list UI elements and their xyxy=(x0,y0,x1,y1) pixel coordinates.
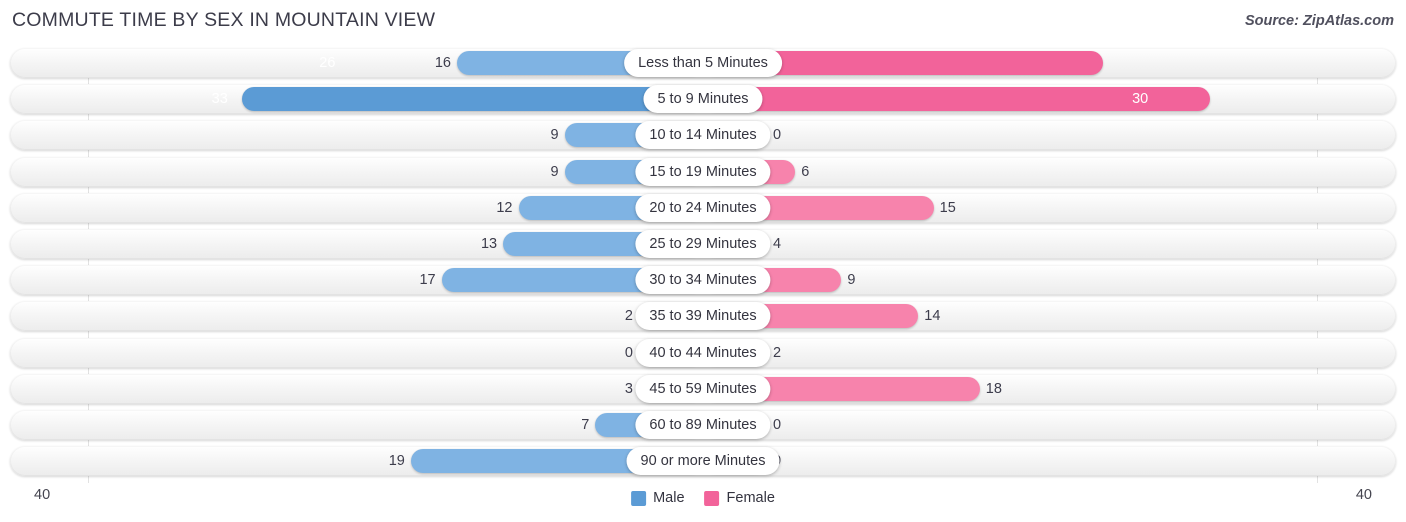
legend: Male Female xyxy=(631,486,775,510)
bar-row: 30 33 5 to 9 Minutes xyxy=(10,84,1396,115)
male-value-label: 7 xyxy=(581,416,590,433)
bar-row: 9 6 15 to 19 Minutes xyxy=(10,156,1396,187)
male-value-label: 12 xyxy=(496,199,513,216)
category-label: Less than 5 Minutes xyxy=(624,49,782,77)
category-label: 10 to 14 Minutes xyxy=(635,121,771,150)
female-value-label: 18 xyxy=(985,380,1002,397)
legend-swatch-icon xyxy=(631,490,647,506)
female-value-label: 14 xyxy=(924,308,941,325)
legend-label: Male xyxy=(653,490,685,506)
plot-area: 16 26 Less than 5 Minutes 30 33 5 to 9 Minute… xyxy=(10,48,1396,483)
female-value-label: 33 xyxy=(211,91,228,108)
category-label: 40 to 44 Minutes xyxy=(635,338,771,367)
male-value-label: 19 xyxy=(388,453,405,470)
category-label: 25 to 29 Minutes xyxy=(635,229,771,258)
female-value-label: 9 xyxy=(847,272,856,289)
category-label: 90 or more Minutes xyxy=(626,447,780,476)
bar-row: 3 18 45 to 59 Minutes xyxy=(10,373,1396,404)
page-title: COMMUTE TIME BY SEX IN MOUNTAIN VIEW xyxy=(12,9,436,31)
male-bar[interactable] xyxy=(241,87,703,112)
legend-item-female[interactable]: Female xyxy=(704,490,775,506)
source-attribution: Source: ZipAtlas.com xyxy=(1244,13,1394,29)
axis-tick-right: 40 xyxy=(1355,487,1372,503)
legend-swatch-icon xyxy=(704,490,720,506)
bar-row: 19090 or more Minutes xyxy=(10,446,1396,477)
category-label: 20 to 24 Minutes xyxy=(635,193,771,222)
bar-row: 12 15 20 to 24 Minutes xyxy=(10,192,1396,223)
female-value-label: 26 xyxy=(319,55,336,71)
male-value-label: 9 xyxy=(550,127,559,144)
category-label: 60 to 89 Minutes xyxy=(635,410,771,439)
category-label: 15 to 19 Minutes xyxy=(635,157,771,186)
legend-item-male[interactable]: Male xyxy=(631,490,685,506)
male-value-label: 17 xyxy=(419,272,436,289)
axis-tick-left: 40 xyxy=(34,487,51,503)
male-value-label: 9 xyxy=(550,163,559,180)
bar-row: 16 26 Less than 5 Minutes xyxy=(10,48,1396,78)
bar-row: 9 0 10 to 14 Minutes xyxy=(10,120,1396,151)
category-label: 30 to 34 Minutes xyxy=(635,266,771,295)
bar-row: 7 0 60 to 89 Minutes xyxy=(10,409,1396,440)
chart-footer: 40 40 Male Female xyxy=(0,484,1406,522)
category-label: 35 to 39 Minutes xyxy=(635,302,771,331)
commute-time-chart: COMMUTE TIME BY SEX IN MOUNTAIN VIEW Sou… xyxy=(0,0,1406,522)
female-value-label: 6 xyxy=(801,163,810,180)
legend-label: Female xyxy=(726,490,775,506)
bar-row: 2 14 35 to 39 Minutes xyxy=(10,301,1396,332)
male-value-label: 30 xyxy=(1132,91,1149,108)
male-value-label: 16 xyxy=(434,55,451,71)
bar-row: 13 4 25 to 29 Minutes xyxy=(10,228,1396,259)
female-value-label: 15 xyxy=(939,199,956,216)
category-label: 45 to 59 Minutes xyxy=(635,374,771,403)
male-value-label: 13 xyxy=(480,235,498,252)
category-label: 5 to 9 Minutes xyxy=(643,85,763,114)
chart-header: COMMUTE TIME BY SEX IN MOUNTAIN VIEW Sou… xyxy=(0,0,1406,40)
bar-row: 0 2 40 to 44 Minutes xyxy=(10,337,1396,368)
bar-row: 17 9 30 to 34 Minutes xyxy=(10,265,1396,296)
bar-rows: 16 26 Less than 5 Minutes 30 33 5 to 9 Minute… xyxy=(10,48,1396,483)
